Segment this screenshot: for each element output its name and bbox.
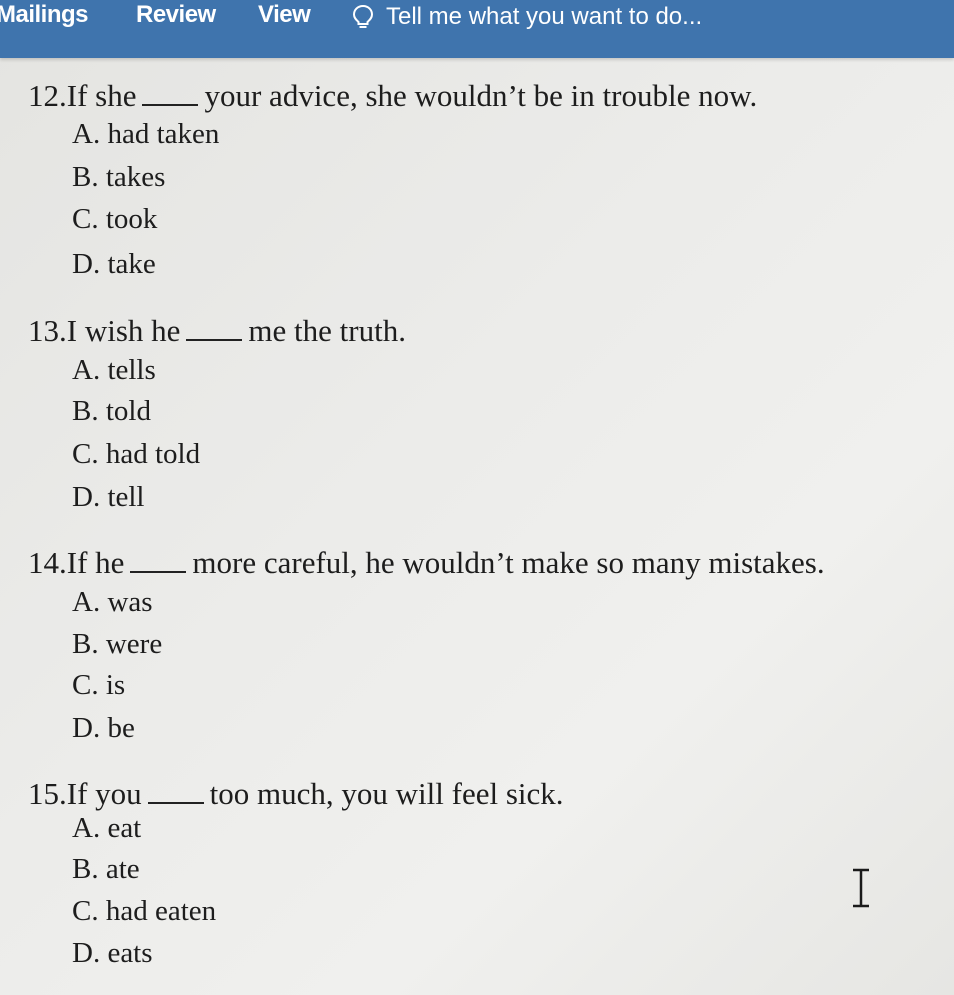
question-text-before: If he: [66, 545, 125, 580]
question-text-before: If she: [66, 78, 137, 113]
option-13-c: C. had told: [72, 438, 201, 470]
answer-blank: [142, 103, 199, 106]
tab-review[interactable]: Review: [136, 0, 216, 30]
question-number: 13.: [28, 313, 67, 348]
text-cursor-icon: [853, 868, 869, 908]
answer-blank: [130, 570, 187, 573]
question-number: 14.: [28, 545, 67, 580]
option-12-c: C. took: [72, 203, 158, 235]
tell-me-search[interactable]: Tell me what you want to do...: [352, 0, 702, 34]
answer-blank: [186, 338, 243, 341]
question-15-stem: 15.If you too much, you will feel sick.: [28, 776, 564, 812]
option-15-d: D. eats: [72, 937, 153, 969]
option-14-c: C. is: [72, 669, 126, 701]
option-14-a: A. was: [72, 586, 153, 618]
tell-me-placeholder: Tell me what you want to do...: [386, 3, 703, 30]
question-text-after: too much, you will feel sick.: [209, 776, 564, 811]
option-14-b: B. were: [72, 628, 163, 660]
question-text-before: I wish he: [66, 313, 181, 348]
tab-view[interactable]: View: [258, 0, 311, 30]
option-13-d: D. tell: [72, 481, 145, 513]
ribbon-bar: Mailings Review View Tell me what you wa…: [0, 0, 954, 58]
option-14-d: D. be: [72, 712, 135, 744]
option-12-b: B. takes: [72, 161, 166, 193]
option-13-a: A. tells: [72, 354, 156, 386]
question-text-after: me the truth.: [248, 313, 406, 348]
question-13-stem: 13.I wish he me the truth.: [28, 313, 406, 349]
option-15-a: A. eat: [72, 812, 142, 844]
answer-blank: [147, 801, 204, 804]
option-13-b: B. told: [72, 395, 151, 427]
question-12-stem: 12.If she your advice, she wouldn’t be in…: [28, 78, 757, 114]
option-15-c: C. had eaten: [72, 895, 217, 927]
option-12-d: D. take: [72, 248, 156, 280]
question-number: 12.: [28, 78, 67, 113]
lightbulb-icon: [352, 4, 374, 28]
option-15-b: B. ate: [72, 853, 140, 885]
question-text-after: your advice, she wouldn’t be in trouble …: [204, 78, 758, 113]
option-12-a: A. had taken: [72, 118, 220, 150]
tab-mailings[interactable]: Mailings: [0, 0, 89, 30]
question-text-before: If you: [66, 776, 142, 811]
question-text-after: more careful, he wouldn’t make so many m…: [192, 545, 825, 580]
question-number: 15.: [28, 776, 67, 811]
question-14-stem: 14.If he more careful, he wouldn’t make s…: [28, 545, 825, 581]
